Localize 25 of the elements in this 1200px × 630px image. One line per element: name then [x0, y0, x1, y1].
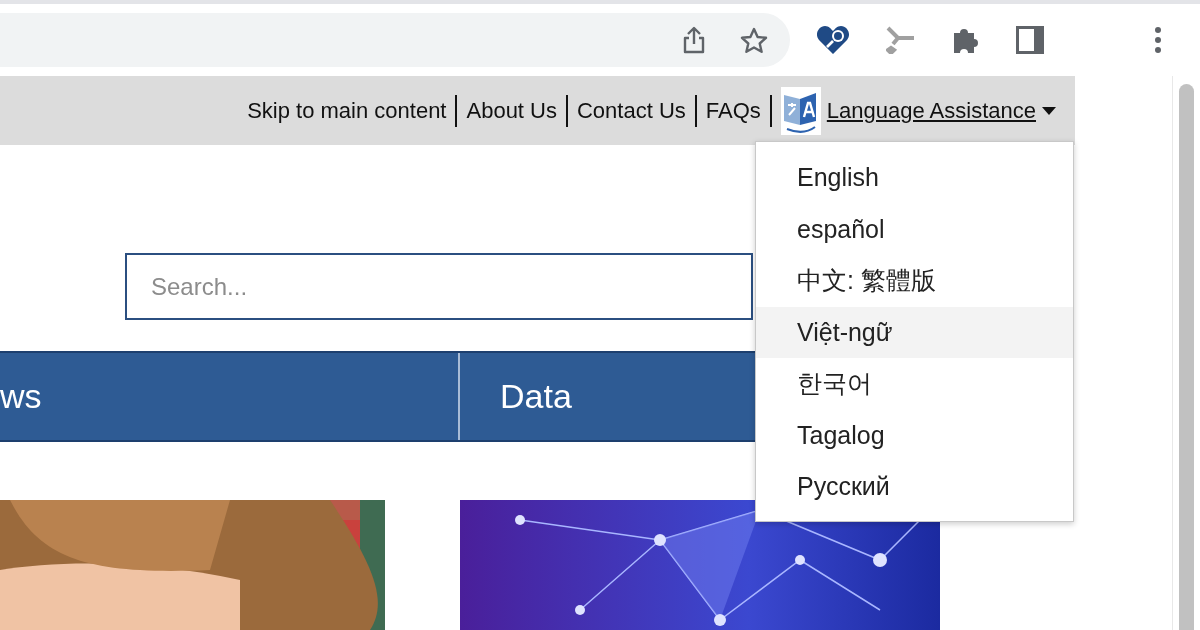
- nav-link[interactable]: Skip to main content: [238, 94, 458, 127]
- language-option[interactable]: Tagalog: [756, 409, 1073, 461]
- puzzle-icon[interactable]: [952, 26, 980, 54]
- caret-icon: [1042, 106, 1056, 115]
- language-menu-button[interactable]: Language Assistance: [771, 86, 1065, 135]
- nav-tab[interactable]: ws: [0, 353, 460, 440]
- language-option[interactable]: Việt-ngữ: [756, 306, 1073, 358]
- heart-search-icon[interactable]: [816, 25, 850, 55]
- side-panel-icon[interactable]: [1016, 26, 1044, 54]
- nav-link[interactable]: FAQs: [696, 94, 772, 127]
- more-menu-icon[interactable]: [1154, 27, 1162, 53]
- nav-tab[interactable]: Data: [460, 353, 572, 440]
- language-option[interactable]: Русский: [756, 461, 1073, 513]
- search-field[interactable]: Search...: [125, 253, 753, 320]
- nav-link[interactable]: Contact Us: [568, 94, 697, 127]
- language-option[interactable]: español: [756, 203, 1073, 255]
- language-option[interactable]: 한국어: [756, 358, 1073, 410]
- scrollbar-thumb[interactable]: [1179, 84, 1194, 630]
- nav-link[interactable]: About Us: [457, 94, 568, 127]
- language-option[interactable]: 中文: 繁體版: [756, 255, 1073, 307]
- share-icon[interactable]: [682, 26, 706, 54]
- merge-arrow-icon[interactable]: [886, 26, 916, 54]
- star-icon[interactable]: [740, 26, 768, 54]
- translate-icon: [780, 86, 821, 135]
- language-option[interactable]: English: [756, 152, 1073, 204]
